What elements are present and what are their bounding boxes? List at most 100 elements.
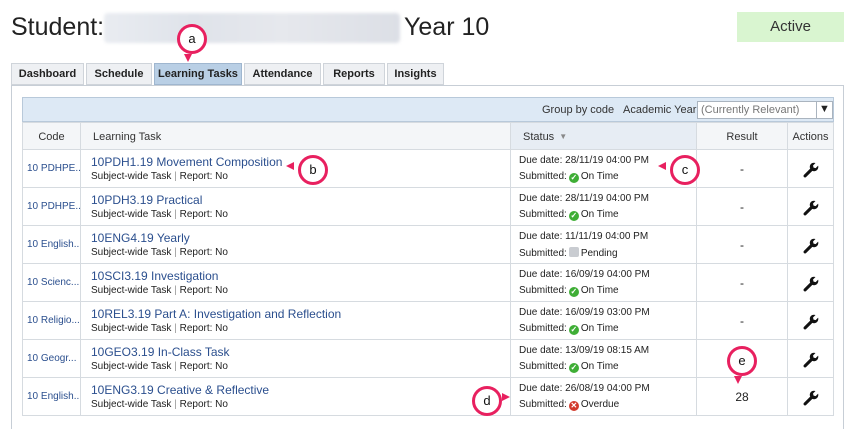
submission-status: Submitted: ✓ On Time [519,361,619,373]
actions-cell [788,150,834,187]
status-cell: Due date: 28/11/19 04:00 PM Submitted: ✓ On… [511,188,697,225]
report-label: Report: [179,323,213,334]
task-scope: Subject-wide Task [91,247,172,258]
status-value: Overdue [580,399,620,410]
due-date: Due date: 26/08/19 04:00 PM [519,383,650,394]
result-value: 28 [735,390,749,404]
wrench-icon[interactable] [802,275,820,293]
due-value: 11/11/19 04:00 PM [565,231,649,242]
task-title-link[interactable]: 10GEO3.19 In-Class Task [91,345,230,359]
task-meta: Subject-wide Task | Report: No [91,399,228,410]
task-code-link[interactable]: 10 Religio... [23,302,80,340]
due-value: 28/11/19 04:00 PM [565,155,649,166]
wrench-icon[interactable] [802,199,820,217]
table-row: 10 PDHPE... 10PDH1.19 Movement Compositio… [22,150,834,188]
column-header-learning-task[interactable]: Learning Task [81,123,511,149]
callout-pointer [502,393,510,401]
submitted-label: Submitted: [519,248,567,259]
status-value: On Time [580,209,619,220]
due-label: Due date: [519,193,563,204]
submission-status: Submitted: Pending [519,247,618,259]
task-code-link[interactable]: 10 English... [23,226,80,264]
report-value: No [215,247,228,258]
task-cell: 10PDH3.19 Practical Subject-wide Task | R… [81,188,511,225]
actions-cell [788,340,834,377]
page-header: Student: Year 10 Active [0,0,850,56]
column-header-status[interactable]: Status ▼ [511,123,697,149]
submitted-label: Submitted: [519,361,567,372]
wrench-icon[interactable] [802,351,820,369]
table-row: 10 Geogr... 10GEO3.19 In-Class Task Subjec… [22,340,834,378]
meta-separator: | [174,323,177,334]
column-header-actions: Actions [788,123,834,149]
tab-reports[interactable]: Reports [323,63,385,85]
status-value: On Time [580,285,619,296]
tab-schedule[interactable]: Schedule [86,63,152,85]
task-cell: 10PDH1.19 Movement Composition Subject-wi… [81,150,511,187]
result-cell: - [697,188,788,225]
table-row: 10 English... 10ENG4.19 Yearly Subject-wid… [22,226,834,264]
due-date: Due date: 16/09/19 03:00 PM [519,307,650,318]
wrench-icon[interactable] [802,313,820,331]
code-cell: 10 PDHPE... [22,188,81,225]
result-cell: - [697,226,788,263]
tab-insights[interactable]: Insights [387,63,444,85]
due-date: Due date: 11/11/19 04:00 PM [519,231,648,242]
wrench-icon[interactable] [802,237,820,255]
table-row: 10 Religio... 10REL3.19 Part A: Investiga… [22,302,834,340]
task-meta: Subject-wide Task | Report: No [91,171,228,182]
task-title-link[interactable]: 10ENG4.19 Yearly [91,231,190,245]
column-header-result[interactable]: Result [697,123,788,149]
code-cell: 10 English... [22,226,81,263]
result-value: - [740,238,744,252]
report-value: No [215,323,228,334]
task-code-link[interactable]: 10 PDHPE... [23,188,80,226]
meta-separator: | [174,361,177,372]
task-code-link[interactable]: 10 English... [23,378,80,416]
actions-cell [788,188,834,225]
task-meta: Subject-wide Task | Report: No [91,323,228,334]
wrench-icon[interactable] [802,161,820,179]
task-cell: 10SCI3.19 Investigation Subject-wide Task… [81,264,511,301]
table-row: 10 English... 10ENG3.19 Creative & Reflec… [22,378,834,416]
result-value: - [740,162,744,176]
table-row: 10 Scienc... 10SCI3.19 Investigation Subje… [22,264,834,302]
task-code-link[interactable]: 10 Geogr... [23,340,80,378]
grid-toolbar: Group by code Academic Year: (Currently … [22,97,834,122]
result-value: - [740,276,744,290]
student-label: Student: [11,13,105,41]
task-code-link[interactable]: 10 Scienc... [23,264,80,302]
report-label: Report: [179,399,213,410]
due-label: Due date: [519,383,563,394]
wrench-icon[interactable] [802,389,820,407]
report-value: No [215,285,228,296]
task-title-link[interactable]: 10PDH3.19 Practical [91,193,202,207]
status-value: On Time [580,361,619,372]
academic-year-select[interactable]: (Currently Relevant) ▼ [697,101,833,119]
task-scope: Subject-wide Task [91,285,172,296]
tab-learning-tasks[interactable]: Learning Tasks [154,63,242,85]
due-label: Due date: [519,231,563,242]
due-label: Due date: [519,155,563,166]
task-code-link[interactable]: 10 PDHPE... [23,150,80,188]
tab-attendance[interactable]: Attendance [244,63,321,85]
tab-dashboard[interactable]: Dashboard [11,63,84,85]
submitted-label: Submitted: [519,399,567,410]
due-label: Due date: [519,345,563,356]
status-cell: Due date: 16/09/19 04:00 PM Submitted: ✓ On… [511,264,697,301]
task-title-link[interactable]: 10SCI3.19 Investigation [91,269,218,283]
group-by-code-toggle[interactable]: Group by code [542,104,614,116]
grid-body: 10 PDHPE... 10PDH1.19 Movement Compositio… [22,150,834,416]
result-cell: - [697,302,788,339]
meta-separator: | [174,399,177,410]
column-header-code[interactable]: Code [22,123,81,149]
callout-pointer [184,54,192,62]
task-title-link[interactable]: 10REL3.19 Part A: Investigation and Refl… [91,307,341,321]
task-title-link[interactable]: 10PDH1.19 Movement Composition [91,155,282,169]
meta-separator: | [174,171,177,182]
submitted-label: Submitted: [519,285,567,296]
task-scope: Subject-wide Task [91,323,172,334]
due-value: 16/09/19 04:00 PM [565,269,650,280]
task-title-link[interactable]: 10ENG3.19 Creative & Reflective [91,383,269,397]
academic-year-value: (Currently Relevant) [701,104,800,116]
